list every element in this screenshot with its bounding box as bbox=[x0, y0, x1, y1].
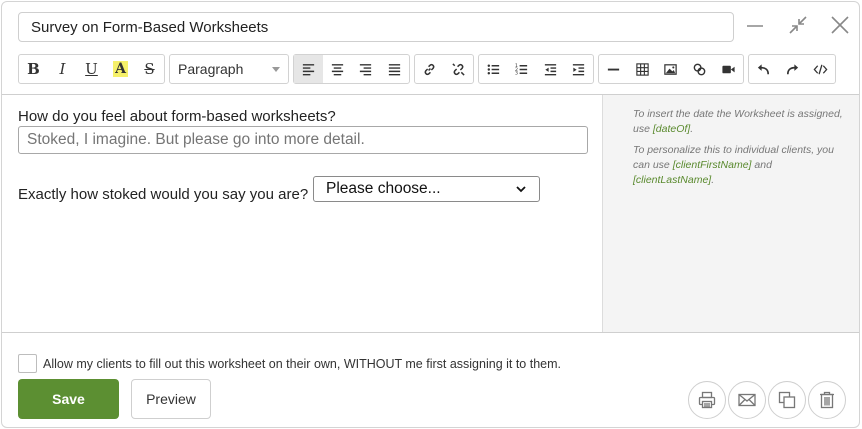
bold-button[interactable]: B bbox=[19, 55, 48, 83]
strikethrough-button[interactable]: S bbox=[135, 55, 164, 83]
link-icon bbox=[424, 63, 435, 75]
align-left-button[interactable] bbox=[294, 55, 323, 83]
source-code-button[interactable] bbox=[806, 55, 835, 83]
undo-icon bbox=[757, 63, 769, 74]
link-group bbox=[414, 54, 474, 84]
bullet-list-button[interactable] bbox=[479, 55, 508, 83]
question-1-answer-input[interactable] bbox=[18, 126, 588, 154]
redo-button[interactable] bbox=[778, 55, 807, 83]
redo-icon bbox=[786, 63, 798, 74]
align-right-button[interactable] bbox=[352, 55, 381, 83]
close-icon bbox=[831, 16, 849, 34]
svg-text:3: 3 bbox=[515, 70, 518, 76]
image-icon bbox=[664, 63, 678, 75]
highlight-button[interactable]: A bbox=[106, 55, 135, 83]
alignment-group bbox=[293, 54, 410, 84]
date-help-text: To insert the date the Worksheet is assi… bbox=[633, 108, 843, 135]
duplicate-icon bbox=[778, 391, 796, 409]
align-left-icon bbox=[302, 63, 314, 75]
caret-down-icon bbox=[272, 66, 280, 72]
question-1-label: How do you feel about form-based workshe… bbox=[18, 108, 336, 125]
embed-button[interactable] bbox=[685, 55, 714, 83]
source-code-icon bbox=[813, 64, 828, 74]
embed-icon bbox=[693, 63, 706, 75]
self-assign-checkbox-label[interactable]: Allow my clients to fill out this worksh… bbox=[43, 357, 561, 371]
video-icon bbox=[722, 65, 735, 73]
personalize-help-text: To personalize this to individual client… bbox=[633, 144, 834, 186]
duplicate-button[interactable] bbox=[768, 381, 806, 419]
indent-button[interactable] bbox=[565, 55, 594, 83]
indent-icon bbox=[573, 63, 585, 75]
highlight-icon: A bbox=[113, 61, 128, 77]
question-2-label: Exactly how stoked would you say you are… bbox=[18, 186, 309, 203]
help-sidebar: To insert the date the Worksheet is assi… bbox=[602, 95, 859, 332]
print-icon bbox=[698, 391, 716, 409]
worksheet-editor-dialog: B I U A S Paragraph bbox=[1, 1, 860, 428]
list-group: 123 bbox=[478, 54, 594, 84]
footer-divider bbox=[2, 332, 859, 333]
format-select-value: Paragraph bbox=[178, 61, 244, 77]
question-2-select[interactable]: Please choose... bbox=[313, 176, 540, 202]
question-2-select-value: Please choose... bbox=[326, 180, 441, 197]
align-justify-button[interactable] bbox=[380, 55, 409, 83]
chevron-down-icon bbox=[516, 186, 526, 193]
trash-icon bbox=[820, 391, 834, 409]
email-icon bbox=[738, 393, 756, 407]
bullet-list-icon bbox=[487, 64, 499, 74]
align-center-button[interactable] bbox=[323, 55, 352, 83]
link-button[interactable] bbox=[415, 55, 444, 83]
shrink-button[interactable] bbox=[785, 12, 811, 38]
date-token: [dateOf] bbox=[652, 123, 691, 135]
format-select[interactable]: Paragraph bbox=[169, 54, 289, 84]
worksheet-title-input[interactable] bbox=[18, 12, 734, 42]
outdent-icon bbox=[544, 63, 556, 75]
first-name-token: [clientFirstName] bbox=[672, 159, 752, 171]
last-name-token: [clientLastName] bbox=[633, 174, 712, 186]
print-button[interactable] bbox=[688, 381, 726, 419]
delete-button[interactable] bbox=[808, 381, 846, 419]
numbered-list-button[interactable]: 123 bbox=[508, 55, 537, 83]
undo-button[interactable] bbox=[749, 55, 778, 83]
align-center-icon bbox=[331, 63, 343, 75]
history-group bbox=[748, 54, 836, 84]
numbered-list-icon: 123 bbox=[515, 63, 528, 76]
table-icon bbox=[636, 62, 649, 76]
editor-toolbar: B I U A S Paragraph 1 2 3 bbox=[18, 54, 848, 84]
insert-group bbox=[598, 54, 744, 84]
italic-button[interactable]: I bbox=[48, 55, 77, 83]
video-button[interactable] bbox=[714, 55, 743, 83]
unlink-button[interactable] bbox=[444, 55, 473, 83]
shrink-icon bbox=[789, 16, 807, 34]
underline-button[interactable]: U bbox=[77, 55, 106, 83]
unlink-icon bbox=[452, 62, 465, 76]
minimize-icon bbox=[747, 25, 763, 27]
outdent-button[interactable] bbox=[536, 55, 565, 83]
email-button[interactable] bbox=[728, 381, 766, 419]
horizontal-rule-icon bbox=[607, 68, 620, 70]
text-style-group: B I U A S bbox=[18, 54, 165, 84]
horizontal-rule-button[interactable] bbox=[599, 55, 628, 83]
minimize-button[interactable] bbox=[742, 12, 768, 38]
preview-button[interactable]: Preview bbox=[131, 379, 211, 419]
close-button[interactable] bbox=[827, 12, 853, 38]
align-justify-icon bbox=[389, 63, 401, 75]
save-button[interactable]: Save bbox=[18, 379, 119, 419]
table-button[interactable] bbox=[628, 55, 657, 83]
self-assign-checkbox[interactable] bbox=[18, 354, 37, 373]
image-button[interactable] bbox=[657, 55, 686, 83]
align-right-icon bbox=[360, 63, 372, 75]
